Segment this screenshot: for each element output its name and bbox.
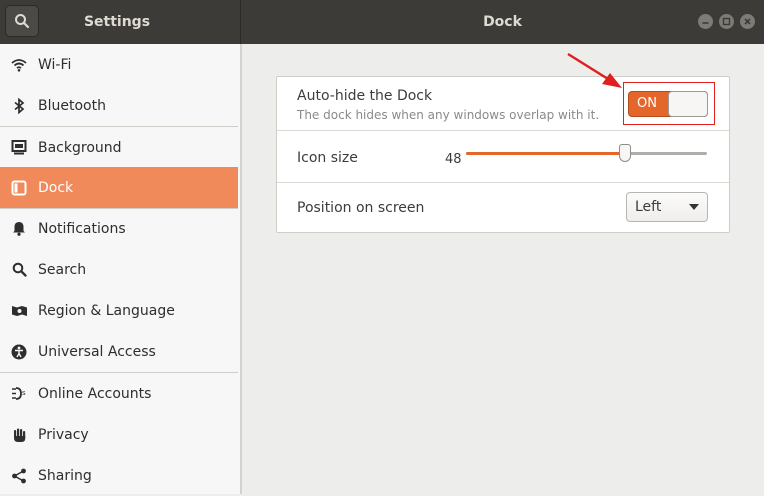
sidebar-item-region-language[interactable]: Region & Language <box>0 290 238 331</box>
accessibility-icon <box>10 343 28 361</box>
search-button[interactable] <box>5 5 39 37</box>
bell-icon <box>10 220 28 238</box>
svg-text:s: s <box>22 389 26 397</box>
sidebar-item-label: Notifications <box>38 220 126 237</box>
sidebar-item-privacy[interactable]: Privacy <box>0 414 238 455</box>
background-icon <box>10 139 28 157</box>
sidebar-item-sharing[interactable]: Sharing <box>0 455 238 496</box>
slider-fill <box>466 152 626 155</box>
close-button[interactable] <box>740 14 755 29</box>
row-divider <box>277 130 729 131</box>
sidebar-item-wifi[interactable]: Wi-Fi <box>0 44 238 85</box>
annotation-highlight-box <box>623 82 715 125</box>
autohide-label: Auto-hide the Dock <box>297 88 433 104</box>
wifi-icon <box>10 56 28 74</box>
sidebar-item-bluetooth[interactable]: Bluetooth <box>0 85 238 126</box>
close-icon <box>744 18 751 25</box>
maximize-icon <box>722 17 731 26</box>
sidebar-item-notifications[interactable]: Notifications <box>0 208 238 249</box>
minimize-button[interactable] <box>698 14 713 29</box>
sidebar: Wi-Fi Bluetooth Background Dock Notifica… <box>0 44 240 494</box>
sidebar-item-background[interactable]: Background <box>0 127 238 168</box>
slider-handle[interactable] <box>619 144 632 162</box>
title-bar: Settings Dock <box>0 0 764 44</box>
row-divider <box>277 182 729 183</box>
annotation-arrow-icon <box>567 52 622 88</box>
sidebar-item-label: Bluetooth <box>38 97 106 114</box>
maximize-button[interactable] <box>719 14 734 29</box>
share-icon <box>10 467 28 485</box>
sidebar-item-search[interactable]: Search <box>0 249 238 290</box>
position-label: Position on screen <box>297 200 425 216</box>
icon-size-value: 48 <box>445 152 462 167</box>
icon-size-label: Icon size <box>297 150 358 166</box>
sidebar-item-online-accounts[interactable]: s Online Accounts <box>0 373 238 414</box>
sidebar-item-universal-access[interactable]: Universal Access <box>0 331 238 372</box>
search-icon <box>15 14 30 29</box>
page-title: Dock <box>483 14 522 30</box>
sidebar-item-label: Region & Language <box>38 302 175 319</box>
sidebar-item-label: Sharing <box>38 467 92 484</box>
search-icon <box>10 261 28 279</box>
sidebar-item-dock[interactable]: Dock <box>0 167 238 208</box>
sidebar-item-label: Background <box>38 139 122 156</box>
autohide-description: The dock hides when any windows overlap … <box>297 108 600 122</box>
minimize-icon <box>702 22 709 24</box>
sidebar-item-label: Wi-Fi <box>38 56 72 73</box>
online-accounts-icon: s <box>10 385 28 403</box>
sidebar-item-label: Universal Access <box>38 343 156 360</box>
app-title: Settings <box>83 14 151 30</box>
sidebar-item-label: Search <box>38 261 87 278</box>
position-dropdown-value: Left <box>635 199 662 215</box>
chevron-down-icon <box>689 204 699 210</box>
position-dropdown[interactable]: Left <box>626 192 708 222</box>
bluetooth-icon <box>10 97 28 115</box>
sidebar-item-label: Dock <box>38 179 74 196</box>
icon-size-slider[interactable] <box>466 144 707 162</box>
hand-icon <box>10 426 28 444</box>
sidebar-item-label: Online Accounts <box>38 385 152 402</box>
sidebar-item-label: Privacy <box>38 426 89 443</box>
dock-icon <box>10 179 28 197</box>
region-icon <box>10 302 28 320</box>
sidebar-border <box>240 44 242 494</box>
